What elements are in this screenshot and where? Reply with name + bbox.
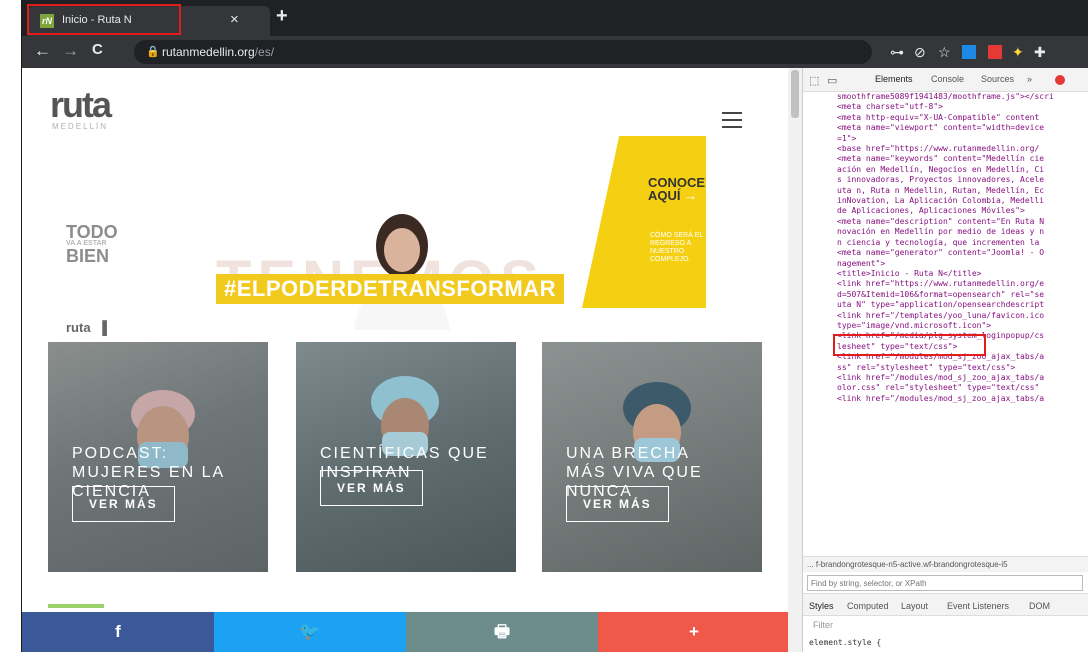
reload-button[interactable]: C: [92, 41, 103, 58]
dom-line[interactable]: <link href="https://www.rutanmedellin.or…: [803, 279, 1088, 289]
card-cientificas[interactable]: CIENTÍFICAS QUE INSPIRAN VER MÁS: [296, 342, 516, 572]
hamburger-menu-icon[interactable]: [722, 112, 742, 133]
dom-line[interactable]: type="image/vnd.microsoft.icon">: [803, 321, 1088, 331]
tab-layout[interactable]: Layout: [901, 601, 928, 611]
browser-toolbar: ← → C 🔒 rutanmedellin.org/es/ ⊶ ⊘ ☆ ✦ ✚: [22, 36, 1088, 68]
tab-sources[interactable]: Sources: [981, 74, 1014, 84]
dom-line[interactable]: ss" rel="stylesheet" type="text/css">: [803, 363, 1088, 373]
card-podcast[interactable]: PODCAST: MUJERES EN LA CIENCIA VER MÁS: [48, 342, 268, 572]
more-share-button[interactable]: +: [598, 612, 790, 652]
dom-line[interactable]: d=507&Itemid=106&format=opensearch" rel=…: [803, 290, 1088, 300]
dom-line[interactable]: <title>Inicio - Ruta N</title>: [803, 269, 1088, 279]
element-style-rule: element.style {: [809, 638, 882, 647]
card-brecha[interactable]: UNA BRECHA MÁS VIVA QUE NUNCA VER MÁS: [542, 342, 762, 572]
dom-line[interactable]: uta n, Ruta n Medellin, Rutan, Medellín,…: [803, 186, 1088, 196]
extension-leaf-icon[interactable]: ✦: [1012, 44, 1024, 61]
woman-portrait-image: [354, 214, 450, 330]
dom-line[interactable]: =1">: [803, 134, 1088, 144]
left-margin: [0, 0, 22, 652]
new-tab-button[interactable]: +: [276, 5, 288, 28]
facebook-share-button[interactable]: f: [22, 612, 214, 652]
dom-line[interactable]: <meta http-equiv="X-UA-Compatible" conte…: [803, 113, 1088, 123]
dom-line[interactable]: smoothframe5089f1941483/moothframe.js"><…: [803, 92, 1088, 102]
inspect-icon[interactable]: ⬚: [809, 74, 819, 87]
dom-line[interactable]: <link href="/modules/mod_sj_zoo_ajax_tab…: [803, 373, 1088, 383]
banner-hashtag: #ELPODERDETRANSFORMAR: [216, 274, 564, 304]
dom-line[interactable]: <meta name="description" content="En Rut…: [803, 217, 1088, 227]
find-input[interactable]: [807, 575, 1083, 591]
bookmark-star-icon[interactable]: ☆: [938, 44, 951, 61]
banner-yellow-panel[interactable]: [582, 136, 706, 308]
tab-elements[interactable]: Elements: [875, 74, 913, 84]
ver-mas-button[interactable]: VER MÁS: [72, 486, 175, 522]
tab-highlight-box: [27, 4, 181, 35]
more-tabs-icon[interactable]: »: [1027, 74, 1032, 84]
dom-line[interactable]: n ciencia y tecnología, que incrementen …: [803, 238, 1088, 248]
back-button[interactable]: ←: [34, 41, 51, 61]
page-scrollbar[interactable]: [788, 68, 802, 652]
styles-filter[interactable]: Filter: [813, 620, 833, 630]
ruta-logo[interactable]: ruta: [50, 84, 112, 126]
dom-breadcrumb[interactable]: ... f-brandongrotesque-n5-active.wf-bran…: [803, 556, 1088, 572]
dom-line[interactable]: nagement">: [803, 259, 1088, 269]
tab-close-icon[interactable]: ×: [230, 11, 239, 28]
styles-tabs: Styles Computed Layout Event Listeners D…: [803, 594, 1088, 616]
url-text: rutanmedellin.org/es/: [162, 45, 275, 59]
devtools-panel: ⬚ ▭ Elements Console Sources » smoothfra…: [802, 68, 1088, 652]
address-bar[interactable]: 🔒 rutanmedellin.org/es/: [134, 40, 872, 64]
forward-button[interactable]: →: [62, 41, 79, 61]
translate-icon[interactable]: ⊘: [914, 44, 926, 61]
ver-mas-button[interactable]: VER MÁS: [566, 486, 669, 522]
extensions-puzzle-icon[interactable]: ✚: [1034, 44, 1046, 61]
todo-bien-logo: TODO VA A ESTAR BIEN: [66, 222, 118, 266]
error-badge[interactable]: [1055, 75, 1065, 85]
print-share-button[interactable]: 🖶: [406, 612, 598, 652]
twitter-share-button[interactable]: 🐦: [214, 612, 406, 652]
dom-line[interactable]: <meta name="viewport" content="width=dev…: [803, 123, 1088, 133]
dom-line[interactable]: <meta name="keywords" content="Medellín …: [803, 154, 1088, 164]
tab-event-listeners[interactable]: Event Listeners: [947, 601, 1009, 611]
conoce-aqui-link[interactable]: CONOCE AQUÍ →: [648, 176, 705, 202]
ruta-logo-subtitle: MEDELLÍN: [52, 122, 109, 131]
tab-computed[interactable]: Computed: [847, 601, 889, 611]
tab-dom[interactable]: DOM: [1029, 601, 1050, 611]
devtools-tabs: ⬚ ▭ Elements Console Sources »: [803, 68, 1088, 92]
dom-line[interactable]: olor.css" rel="stylesheet" type="text/cs…: [803, 383, 1088, 393]
dom-line[interactable]: <meta name="generator" content="Joomla! …: [803, 248, 1088, 258]
tab-console[interactable]: Console: [931, 74, 964, 84]
tab-styles[interactable]: Styles: [809, 601, 834, 611]
dom-line[interactable]: s innovadoras, Proyectos innovadores, Ac…: [803, 175, 1088, 185]
dom-line[interactable]: inNovation, La Aplicación Colombia, Mede…: [803, 196, 1088, 206]
dom-line[interactable]: ación en Medellín, Negocios en Medellín,…: [803, 165, 1088, 175]
dom-line[interactable]: <base href="https://www.rutanmedellin.or…: [803, 144, 1088, 154]
dom-line[interactable]: <link href="/modules/mod_sj_zoo_ajax_tab…: [803, 394, 1088, 404]
dom-line[interactable]: novación en Medellín por medio de ideas …: [803, 227, 1088, 237]
ver-mas-button[interactable]: VER MÁS: [320, 470, 423, 506]
find-bar: [803, 572, 1088, 594]
conoce-subtitle: CÓMO SERÁ EL REGRESO A NUESTRO COMPLEJO.: [650, 232, 704, 263]
dom-line[interactable]: uta N" type="application/opensearchdescr…: [803, 300, 1088, 310]
small-partner-logos: ruta ▐: [66, 320, 107, 335]
dom-line[interactable]: <link href="/templates/yoo_luna/favicon.…: [803, 311, 1088, 321]
dom-line[interactable]: de Aplicaciones, Aplicaciones Móviles">: [803, 206, 1088, 216]
share-bar: f 🐦 🖶 +: [22, 612, 802, 652]
dom-tree[interactable]: smoothframe5089f1941483/moothframe.js"><…: [803, 92, 1088, 560]
section-accent: [48, 604, 104, 608]
browser-tab-strip: rN Inicio - Ruta N × +: [22, 0, 1088, 36]
web-page: ruta MEDELLÍN TODO VA A ESTAR BIEN ruta …: [22, 68, 802, 652]
title-highlight-box: [833, 334, 986, 356]
device-toggle-icon[interactable]: ▭: [827, 74, 837, 87]
key-icon[interactable]: ⊶: [890, 44, 904, 61]
dom-line[interactable]: <meta charset="utf-8">: [803, 102, 1088, 112]
lock-icon: 🔒: [146, 46, 160, 58]
extension-blue-icon[interactable]: [962, 45, 976, 59]
extension-red-icon[interactable]: [988, 45, 1002, 59]
